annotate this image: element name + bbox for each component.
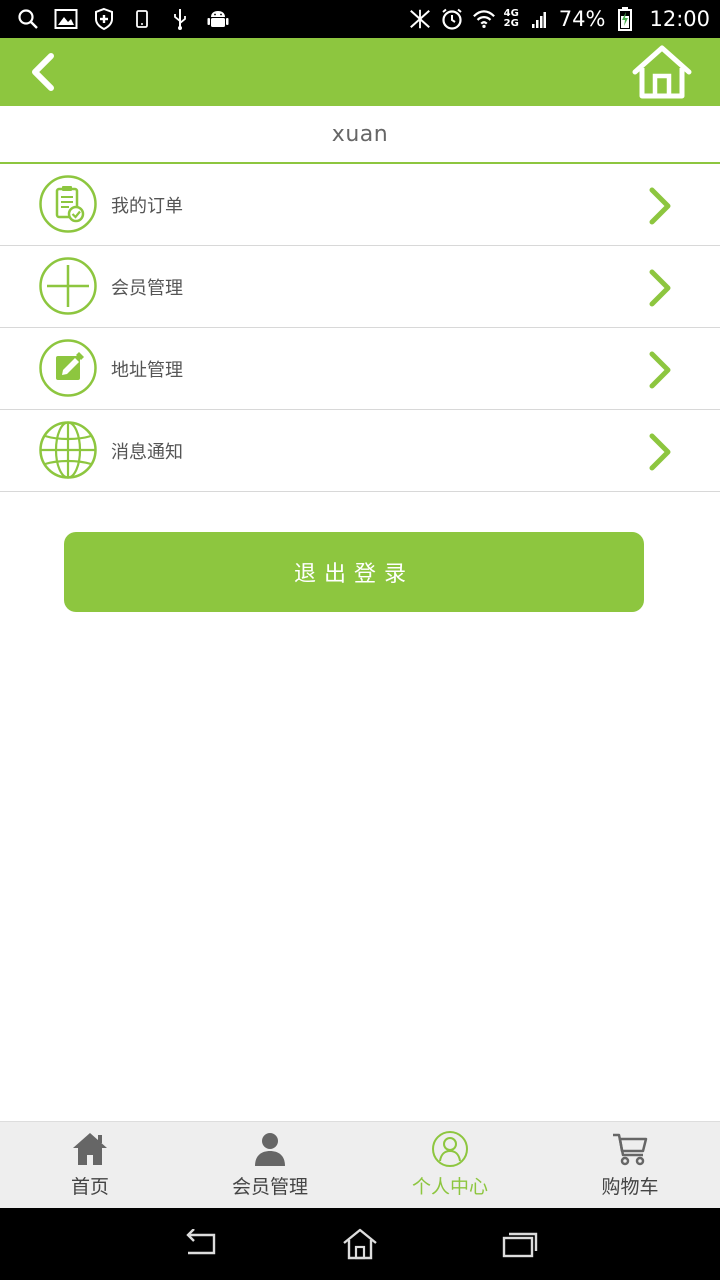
- chevron-left-icon: [32, 53, 54, 91]
- wifi-icon: [472, 7, 496, 31]
- phone-icon: [130, 7, 154, 31]
- tab-label: 会员管理: [231, 1176, 308, 1198]
- clipboard-check-icon: [39, 175, 97, 233]
- home-icon: [70, 1130, 110, 1168]
- account-menu: 我的订单 会员管理 地址管理 消息通知: [0, 164, 720, 492]
- cart-icon: [610, 1130, 650, 1168]
- user-icon: [250, 1130, 290, 1168]
- tab-label: 首页: [70, 1176, 109, 1198]
- profile-circle-icon: [430, 1130, 470, 1168]
- menu-item-my-orders[interactable]: 我的订单: [0, 164, 720, 246]
- network-type: 4G 2G: [504, 9, 519, 29]
- menu-item-address-management[interactable]: 地址管理: [0, 328, 720, 410]
- status-notifications: [0, 7, 230, 31]
- android-icon: [206, 7, 230, 31]
- nav-home-button[interactable]: [336, 1224, 384, 1264]
- chevron-right-icon: [649, 351, 671, 389]
- plus-circle-icon: [39, 257, 97, 315]
- search-icon: [16, 7, 40, 31]
- alarm-icon: [440, 7, 464, 31]
- tab-label: 个人中心: [411, 1176, 488, 1198]
- shield-icon: [92, 7, 116, 31]
- menu-item-label: 地址管理: [111, 359, 183, 381]
- battery-icon: [613, 7, 637, 31]
- back-arrow-icon: [186, 1229, 216, 1255]
- edit-note-icon: [39, 339, 97, 397]
- username: xuan: [331, 121, 389, 147]
- menu-item-label: 会员管理: [111, 277, 183, 299]
- battery-percent: 74%: [558, 7, 606, 31]
- nav-recents-button[interactable]: [496, 1224, 544, 1264]
- gallery-icon: [54, 7, 78, 31]
- menu-item-member-management[interactable]: 会员管理: [0, 246, 720, 328]
- logout-button[interactable]: 退出登录: [64, 532, 644, 612]
- app-header: [0, 38, 720, 106]
- status-system: 4G 2G 74% 12:00: [408, 7, 720, 31]
- chevron-right-icon: [649, 433, 671, 471]
- usb-icon: [168, 7, 192, 31]
- globe-icon: [39, 421, 97, 479]
- bottom-tab-bar: 首页 会员管理 个人中心 购物车: [0, 1121, 720, 1208]
- nfc-off-icon: [408, 7, 432, 31]
- status-bar: 4G 2G 74% 12:00: [0, 0, 720, 38]
- network-type-bottom: 2G: [503, 18, 519, 29]
- menu-item-label: 我的订单: [111, 195, 183, 217]
- signal-icon: [527, 7, 551, 31]
- tab-home[interactable]: 首页: [0, 1122, 180, 1208]
- home-outline-icon: [343, 1228, 377, 1260]
- system-nav-bar: [0, 1208, 720, 1280]
- tab-personal-center[interactable]: 个人中心: [360, 1122, 540, 1208]
- back-button[interactable]: [20, 50, 64, 94]
- chevron-right-icon: [649, 187, 671, 225]
- username-row: xuan: [0, 106, 720, 164]
- home-icon: [632, 45, 692, 99]
- chevron-right-icon: [649, 269, 671, 307]
- tab-member-management[interactable]: 会员管理: [180, 1122, 360, 1208]
- recents-icon: [502, 1232, 538, 1258]
- menu-item-message-notification[interactable]: 消息通知: [0, 410, 720, 492]
- tab-label: 购物车: [601, 1176, 659, 1198]
- menu-item-label: 消息通知: [111, 441, 183, 463]
- tab-cart[interactable]: 购物车: [540, 1122, 720, 1208]
- home-button[interactable]: [630, 42, 694, 102]
- clock: 12:00: [649, 7, 710, 31]
- nav-back-button[interactable]: [176, 1224, 224, 1264]
